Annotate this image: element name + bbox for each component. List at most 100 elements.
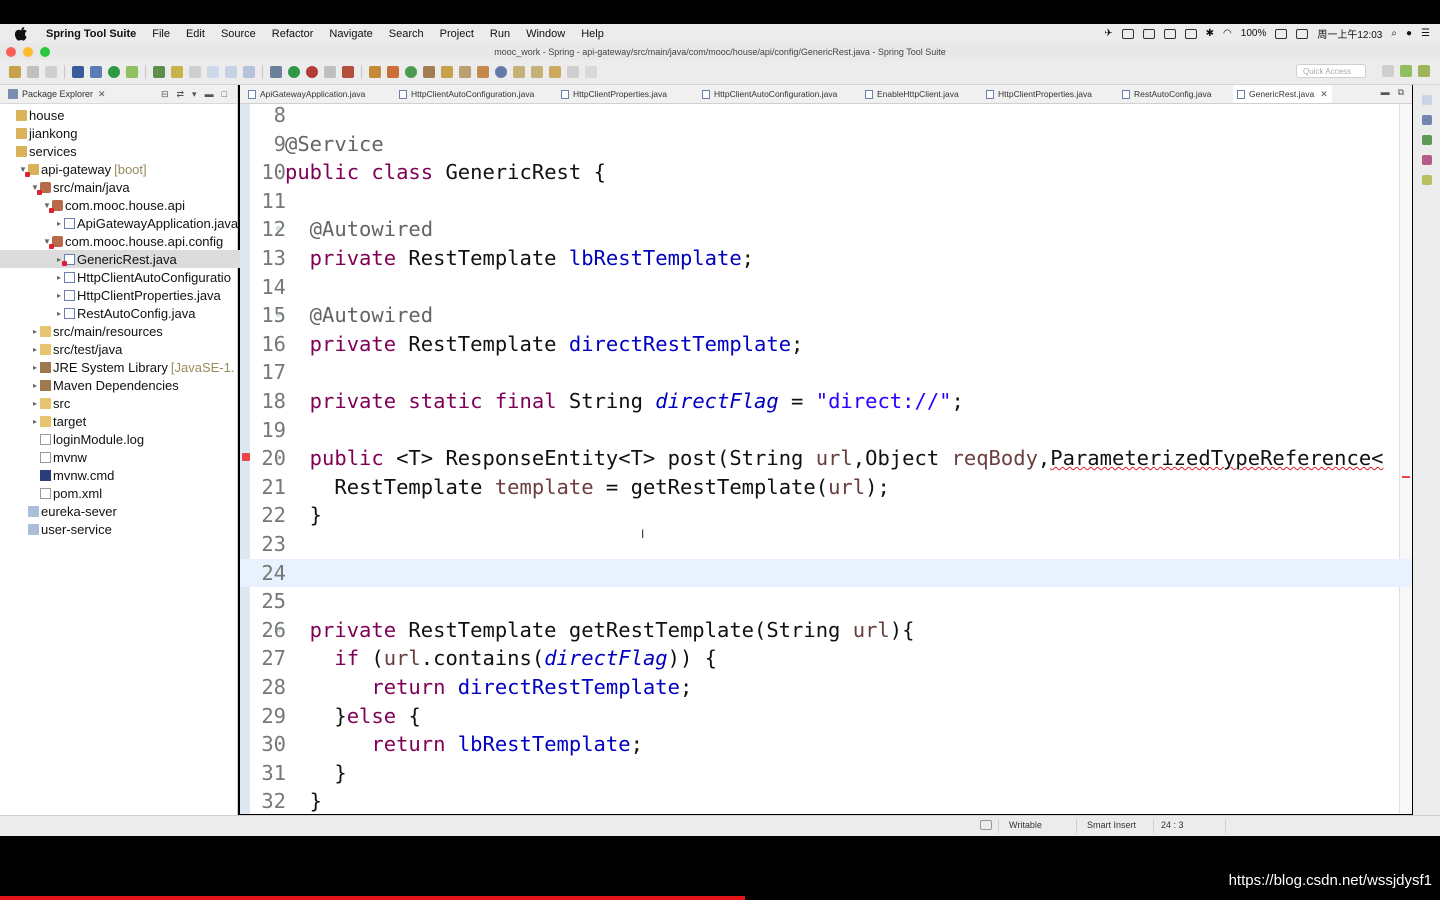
screen-icon[interactable] — [1121, 28, 1134, 39]
code-line[interactable]: 27 if (url.contains(directFlag)) { — [240, 644, 1412, 672]
tree-item[interactable]: ▸ Maven Dependencies — [0, 376, 264, 394]
toolbar-action-icon[interactable] — [189, 66, 201, 78]
tree-item[interactable]: eureka-sever — [0, 502, 252, 520]
previous-annotation-icon[interactable] — [531, 66, 543, 78]
code-line[interactable]: 16 private RestTemplate directRestTempla… — [240, 330, 1412, 358]
maximize-editor-icon[interactable]: ⧉ — [1398, 87, 1404, 98]
run-icon[interactable] — [288, 66, 300, 78]
fold-toggle-icon[interactable]: ⊖ — [276, 444, 281, 472]
close-view-icon[interactable]: ✕ — [98, 89, 106, 100]
tree-item[interactable]: loginModule.log — [0, 430, 264, 448]
tree-item[interactable]: jiankong — [0, 124, 240, 142]
editor-tab[interactable]: ApiGatewayApplication.java — [244, 85, 369, 103]
chevron-right-icon[interactable]: ▸ — [54, 273, 64, 282]
code-line[interactable]: 22 } — [240, 501, 1412, 529]
code-line[interactable]: 18 private static final String directFla… — [240, 387, 1412, 415]
battery-icon[interactable] — [1275, 28, 1288, 39]
spotlight-search-icon[interactable]: ⌕ — [1391, 28, 1397, 39]
save-icon[interactable] — [27, 66, 39, 78]
new-icon[interactable] — [9, 66, 21, 78]
error-marker-icon[interactable] — [242, 453, 250, 462]
tree-item[interactable]: ▼ com.mooc.house.api — [0, 196, 276, 214]
search-icon[interactable] — [459, 66, 471, 78]
chevron-right-icon[interactable]: ▸ — [30, 399, 40, 408]
restore-icon[interactable] — [1421, 95, 1432, 105]
menu-navigate[interactable]: Navigate — [321, 28, 380, 40]
open-console-icon[interactable] — [72, 66, 84, 78]
chevron-right-icon[interactable]: ▸ — [54, 219, 64, 228]
code-line[interactable]: 20 ⊖ public <T> ResponseEntity<T> post(St… — [240, 444, 1412, 472]
tree-item[interactable]: ▼ com.mooc.house.api.config — [0, 232, 276, 250]
insert-mode-status[interactable]: Smart Insert — [1087, 820, 1136, 830]
cursor-position-status[interactable]: 24 : 3 — [1161, 820, 1184, 830]
code-line[interactable]: 30 return lbRestTemplate; — [240, 730, 1412, 758]
fold-toggle-icon[interactable]: ⊖ — [276, 616, 281, 644]
new-class-icon[interactable] — [405, 66, 417, 78]
code-line[interactable]: 11 — [240, 187, 1412, 215]
spring-perspective-icon[interactable] — [1400, 65, 1412, 77]
close-tab-icon[interactable]: ✕ — [1320, 89, 1328, 100]
code-line[interactable]: 24 — [240, 558, 1412, 587]
boot-dashboard-icon[interactable] — [108, 66, 120, 78]
tree-item[interactable]: user-service — [0, 520, 252, 538]
chevron-right-icon[interactable]: ▸ — [30, 345, 40, 354]
menu-refactor[interactable]: Refactor — [264, 28, 322, 40]
debug-tool-icon[interactable] — [90, 66, 102, 78]
editor-tab[interactable]: RestAutoConfig.java — [1118, 85, 1216, 103]
menu-edit[interactable]: Edit — [178, 28, 213, 40]
editor-tab[interactable]: HttpClientAutoConfiguration.java — [698, 85, 841, 103]
tree-item[interactable]: ▸ src — [0, 394, 264, 412]
code-line[interactable]: 23 — [240, 530, 1412, 558]
last-edit-location-icon[interactable] — [549, 66, 561, 78]
code-line[interactable]: 10 public class GenericRest { — [240, 158, 1412, 186]
run-last-tool-icon[interactable] — [342, 66, 354, 78]
code-line[interactable]: 19 — [240, 416, 1412, 444]
tree-item[interactable]: ▸ JRE System Library [JavaSE-1. — [0, 358, 264, 376]
editor-tab[interactable]: GenericRest.java ✕ — [1233, 85, 1332, 103]
back-icon[interactable] — [567, 66, 579, 78]
save-all-icon[interactable] — [45, 66, 57, 78]
editor-tab[interactable]: HttpClientAutoConfiguration.java — [395, 85, 538, 103]
tree-item[interactable]: ▼ api-gateway [boot] — [0, 160, 252, 178]
open-resource-icon[interactable] — [477, 66, 489, 78]
code-line[interactable]: 9 @Service — [240, 130, 1412, 158]
show-whitespace-icon[interactable] — [243, 66, 255, 78]
video-progress-bar[interactable] — [0, 896, 745, 900]
chevron-right-icon[interactable]: ▸ — [54, 291, 64, 300]
chevron-right-icon[interactable]: ▸ — [30, 363, 40, 372]
spring-explorer-icon[interactable] — [1421, 155, 1432, 165]
chevron-right-icon[interactable]: ▸ — [54, 309, 64, 318]
open-type-icon[interactable] — [423, 66, 435, 78]
clock[interactable]: 周一上午12:03 — [1317, 26, 1382, 41]
minimize-view-icon[interactable]: ▬ — [205, 89, 214, 100]
forward-icon[interactable] — [585, 66, 597, 78]
code-line[interactable]: 13 private RestTemplate lbRestTemplate; — [240, 244, 1412, 272]
code-line[interactable]: 28 return directRestTemplate; — [240, 673, 1412, 701]
menu-source[interactable]: Source — [213, 28, 264, 40]
tree-item[interactable]: services — [0, 142, 240, 160]
code-line[interactable]: 14 — [240, 273, 1412, 301]
code-editor[interactable]: I 8 9 @Service 10 public class GenericRest {… — [240, 104, 1412, 814]
tree-item[interactable]: house — [0, 106, 240, 124]
next-annotation-icon[interactable] — [513, 66, 525, 78]
code-line[interactable]: 26 ⊖ private RestTemplate getRestTemplate… — [240, 616, 1412, 644]
task-list-icon[interactable] — [1421, 135, 1432, 145]
open-perspective-icon[interactable] — [1382, 65, 1394, 77]
code-line[interactable]: 15 ⊖ @Autowired — [240, 301, 1412, 329]
app-status-icon[interactable] — [1142, 28, 1155, 39]
web-browser-icon[interactable] — [495, 66, 507, 78]
chevron-right-icon[interactable]: ▸ — [30, 381, 40, 390]
input-icon[interactable] — [1184, 28, 1197, 39]
chevron-right-icon[interactable]: ▸ — [30, 417, 40, 426]
menu-run[interactable]: Run — [482, 28, 518, 40]
code-line[interactable]: 21 RestTemplate template = getRestTempla… — [240, 473, 1412, 501]
input-method-icon[interactable] — [1296, 28, 1309, 39]
open-task-icon[interactable] — [441, 66, 453, 78]
view-menu-icon[interactable]: ▾ — [192, 89, 197, 100]
coverage-icon[interactable] — [306, 66, 318, 78]
code-line[interactable]: 17 — [240, 358, 1412, 386]
tree-item[interactable]: pom.xml — [0, 484, 264, 502]
quick-access-input[interactable]: Quick Access — [1296, 64, 1366, 78]
package-explorer-title[interactable]: Package Explorer — [22, 89, 93, 99]
siri-icon[interactable]: ● — [1406, 28, 1412, 39]
